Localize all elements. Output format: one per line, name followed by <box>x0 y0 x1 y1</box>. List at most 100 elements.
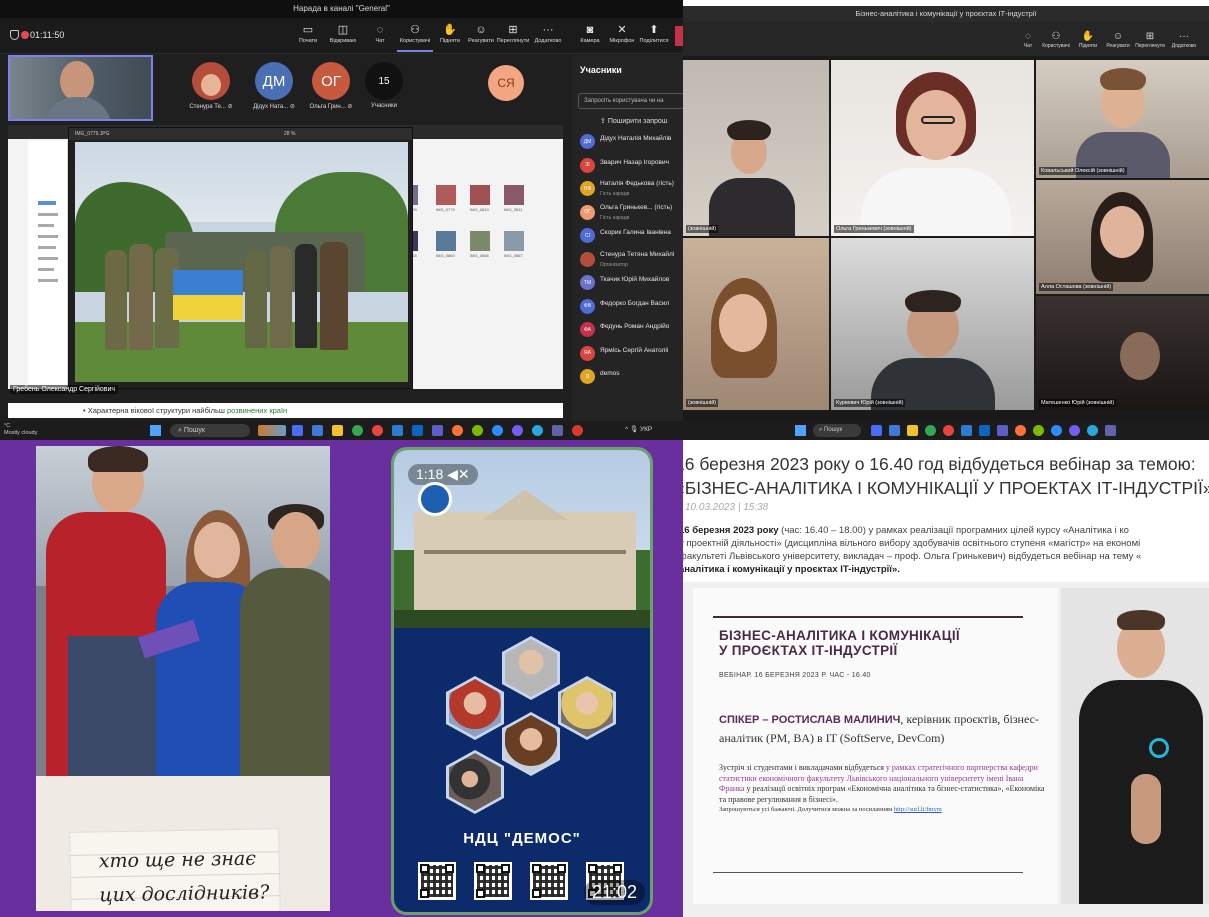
thumbnail[interactable] <box>470 231 490 251</box>
video-tile[interactable]: Куркевич Юрій (зовнішній) <box>831 238 1034 410</box>
video-tile[interactable]: (зовнішній) <box>683 60 829 236</box>
folder-icon[interactable] <box>907 425 918 436</box>
participant-row[interactable]: ЯА Ярмісь Сергій Анатоліі <box>580 345 683 365</box>
participant-row[interactable]: Стенура Тетяна Михайлі Організатор <box>580 251 683 271</box>
teams-window-title: Нарада в каналі "General" <box>0 0 683 18</box>
toolbar-button-react[interactable]: ☺ Реагувати <box>463 22 499 52</box>
toolbar-button-start[interactable]: ▭ Почати <box>290 22 326 52</box>
app-icon[interactable] <box>292 425 303 436</box>
zoom-icon[interactable] <box>492 425 503 436</box>
chrome-icon[interactable] <box>352 425 363 436</box>
widget-icon[interactable] <box>258 425 286 436</box>
avatar: ФА <box>580 322 595 337</box>
windows-start-icon[interactable] <box>795 425 806 436</box>
weather-widget[interactable]: °C Mostly cloudy <box>4 423 37 437</box>
stage-participant[interactable]: Стенура Те... ⊘ <box>180 62 242 110</box>
thumbnail[interactable] <box>504 185 524 205</box>
participant-row[interactable]: СІ Скорик Галина Іванівна <box>580 227 683 247</box>
telegram-icon[interactable] <box>1087 425 1098 436</box>
thumbnail[interactable] <box>470 185 490 205</box>
app-icon[interactable] <box>412 425 423 436</box>
word-icon[interactable] <box>392 425 403 436</box>
chrome-icon[interactable] <box>925 425 936 436</box>
qr-code[interactable] <box>474 862 512 900</box>
participant-role: Організатор <box>600 261 628 268</box>
participant-row[interactable]: ФВ Федорко Богдан Васил <box>580 298 683 318</box>
participant-row[interactable]: ТМ Ткачик Юрій Михайлов <box>580 274 683 294</box>
thumbnail-label: IMG_0867 <box>504 253 523 258</box>
viber-icon[interactable] <box>1069 425 1080 436</box>
toolbar-button-camera[interactable]: ◙ Камера <box>572 22 608 52</box>
toolbar-button-view[interactable]: ⊞ Переглянути <box>1135 30 1165 49</box>
teams-icon[interactable] <box>1105 425 1116 436</box>
app-icon[interactable] <box>312 425 323 436</box>
video-tile[interactable]: Алла Осташова (зовнішній) <box>1036 180 1209 294</box>
zoom-meeting-screenshot: Бізнес-аналітика і комунікації у проєкта… <box>683 0 1209 440</box>
participant-row[interactable]: Ddemos <box>580 368 683 388</box>
toolbar-button-more[interactable]: ··· Додатково <box>1169 30 1199 49</box>
system-tray[interactable]: ^ 🎙 УКР <box>625 425 652 433</box>
toolbar-button-view[interactable]: ⊞ Переглянути <box>495 22 531 52</box>
researcher-photo <box>446 676 504 740</box>
teams-icon[interactable] <box>997 425 1008 436</box>
story-time-badge[interactable]: 1:18 ◀✕ <box>408 464 478 485</box>
qr-code[interactable] <box>418 862 456 900</box>
participant-row[interactable]: ЗІ Зварич Назар Ігорович <box>580 157 683 177</box>
teams-icon[interactable] <box>432 425 443 436</box>
app-icon[interactable] <box>372 425 383 436</box>
stage-participant-count[interactable]: 15 Учасники <box>354 62 414 109</box>
video-tile[interactable]: Матешенко Юрій (зовнішній) <box>1036 296 1209 410</box>
video-tile[interactable]: Ольга Гринькевич (зовнішній) <box>831 60 1034 236</box>
zoom-icon[interactable] <box>1051 425 1062 436</box>
poster-rule <box>713 872 1023 873</box>
app-icon[interactable] <box>889 425 900 436</box>
video-tile[interactable]: (зовнішній) <box>683 238 829 410</box>
floating-avatar[interactable]: СЯ <box>488 65 524 101</box>
whiteboard-icon: ◫ <box>337 24 349 36</box>
toolbar-button-whiteboard[interactable]: ◫ Відкриваю <box>325 22 361 52</box>
toolbar-button-chat[interactable]: ◌ Чат <box>362 22 398 52</box>
share-invite-button[interactable]: ⇪ Поширити запрош <box>600 117 667 125</box>
invite-search-input[interactable]: Запросіть користувача чи на <box>578 93 683 109</box>
windows-taskbar: °C Mostly cloudy ⌕ Пошук ^ 🎙 УКР <box>0 421 683 440</box>
viber-icon[interactable] <box>512 425 523 436</box>
story-time: 1:18 <box>416 466 444 482</box>
toolbar-button-more[interactable]: ··· Додатково <box>530 22 566 52</box>
taskbar-search[interactable]: ⌕ Пошук <box>170 424 250 437</box>
join-link[interactable]: http://surl.li/fmym <box>894 806 942 813</box>
video-tile[interactable]: Ковальський Олексій (зовнішній) <box>1036 60 1209 178</box>
toolbar-button-chat[interactable]: ◌ Чат <box>1013 30 1043 49</box>
toolbar-button-people[interactable]: ⚇ Користувачі <box>397 22 433 52</box>
app-icon[interactable] <box>943 425 954 436</box>
toolbar-button-react[interactable]: ☺ Реагувати <box>1103 30 1133 49</box>
participant-row[interactable]: ОГ Ольга Гринькев... (гість) Гість наради <box>580 204 683 224</box>
toolbar-button-share[interactable]: ⬆ Поділитися <box>636 22 672 52</box>
leave-button[interactable] <box>675 26 683 46</box>
toolbar-button-people[interactable]: ⚇ Користувачі <box>1041 30 1071 49</box>
firefox-icon[interactable] <box>1015 425 1026 436</box>
taskbar-search[interactable]: ⌕ Пошук <box>813 424 861 437</box>
app-icon[interactable] <box>472 425 483 436</box>
telegram-icon[interactable] <box>532 425 543 436</box>
qr-code[interactable] <box>530 862 568 900</box>
stage-participant[interactable]: ОГ Ольга Грин... ⊘ <box>300 62 362 110</box>
toolbar-button-raise-hand[interactable]: ✋ Підняти <box>1073 30 1103 49</box>
thumbnail[interactable] <box>436 231 456 251</box>
teams-icon[interactable] <box>552 425 563 436</box>
participant-row[interactable]: ДМ Дідух Наталія Михайлів <box>580 133 683 153</box>
mic-icon: ✕ <box>617 24 627 36</box>
app-icon[interactable] <box>871 425 882 436</box>
thumbnail[interactable] <box>436 185 456 205</box>
stage-participant[interactable]: ДМ Дідух Ната... ⊘ <box>243 62 305 110</box>
word-icon[interactable] <box>961 425 972 436</box>
app-icon[interactable] <box>1033 425 1044 436</box>
app-icon[interactable] <box>572 425 583 436</box>
folder-icon[interactable] <box>332 425 343 436</box>
app-icon[interactable] <box>979 425 990 436</box>
toolbar-button-mic[interactable]: ✕ Мікрофон <box>604 22 640 52</box>
windows-start-icon[interactable] <box>150 425 161 436</box>
thumbnail[interactable] <box>504 231 524 251</box>
participant-row[interactable]: ФА Федунь Роман Андрійо <box>580 321 683 341</box>
firefox-icon[interactable] <box>452 425 463 436</box>
participant-row[interactable]: НФ Наталія Федькова (гість) Гість наради <box>580 180 683 200</box>
